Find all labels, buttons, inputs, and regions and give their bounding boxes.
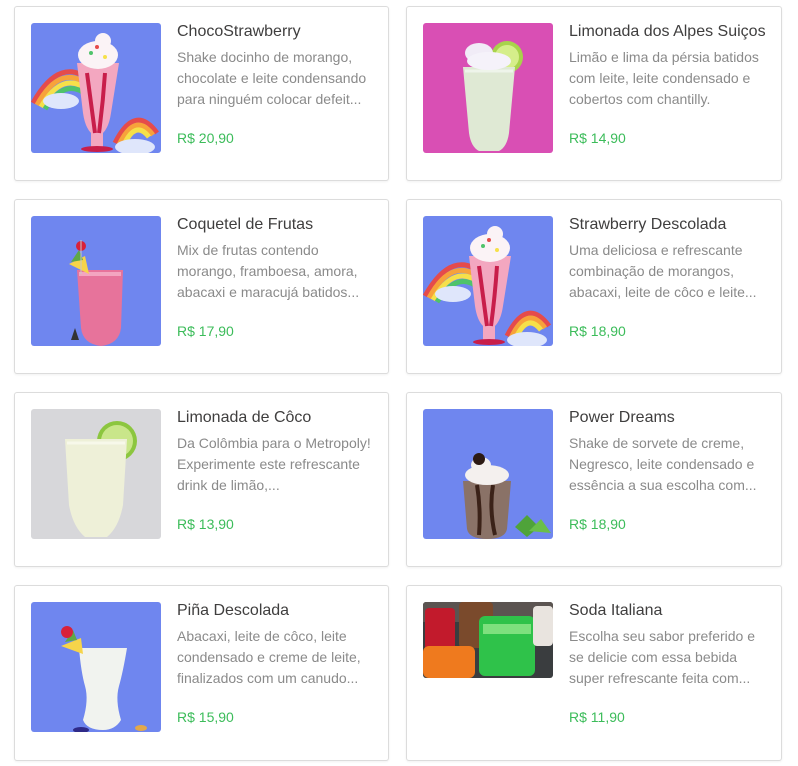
product-card[interactable]: Limonada dos Alpes Suiços Limão e lima d… [406,6,782,181]
product-card[interactable]: Piña Descolada Abacaxi, leite de côco, l… [14,585,389,761]
product-image [31,602,161,732]
product-title: Strawberry Descolada [569,216,727,233]
product-image [31,409,161,539]
product-image [423,602,553,678]
product-title: Power Dreams [569,409,675,426]
product-title: Coquetel de Frutas [177,216,314,233]
product-description: Escolha seu sabor preferido e se delicie… [569,628,755,686]
product-image [31,23,161,153]
product-image [423,216,553,346]
product-description: Da Colômbia para o Metropoly! Experiment… [177,435,371,493]
product-description: Abacaxi, leite de côco, leite condensado… [177,628,361,686]
product-card[interactable]: Soda Italiana Escolha seu sabor preferid… [406,585,782,761]
product-image [423,23,553,153]
product-info: Coquetel de Frutas Mix de frutas contend… [177,214,374,303]
product-title: Piña Descolada [177,602,290,619]
product-info: Limonada dos Alpes Suiços Limão e lima d… [569,21,767,110]
product-image [31,216,161,346]
product-description: Shake docinho de morango, chocolate e le… [177,49,367,107]
product-title: Soda Italiana [569,602,663,619]
product-info: Strawberry Descolada Uma deliciosa e ref… [569,214,767,303]
product-card[interactable]: Power Dreams Shake de sorvete de creme, … [406,392,782,567]
product-price: R$ 14,90 [569,130,626,146]
product-title: Limonada dos Alpes Suiços [569,23,766,40]
product-title: Limonada de Côco [177,409,312,426]
product-description: Uma deliciosa e refrescante combinação d… [569,242,757,300]
product-price: R$ 17,90 [177,323,234,339]
product-info: Limonada de Côco Da Colômbia para o Metr… [177,407,374,496]
product-price: R$ 11,90 [569,709,625,725]
product-price: R$ 15,90 [177,709,234,725]
product-info: ChocoStrawberry Shake docinho de morango… [177,21,374,110]
product-description: Shake de sorvete de creme, Negresco, lei… [569,435,757,493]
product-card[interactable]: Limonada de Côco Da Colômbia para o Metr… [14,392,389,567]
product-price: R$ 13,90 [177,516,234,532]
product-price: R$ 18,90 [569,323,626,339]
product-description: Limão e lima da pérsia batidos com leite… [569,49,759,107]
product-description: Mix de frutas contendo morango, framboes… [177,242,360,300]
product-price: R$ 20,90 [177,130,234,146]
product-card[interactable]: ChocoStrawberry Shake docinho de morango… [14,6,389,181]
product-info: Power Dreams Shake de sorvete de creme, … [569,407,767,496]
product-info: Piña Descolada Abacaxi, leite de côco, l… [177,600,374,689]
product-price: R$ 18,90 [569,516,626,532]
product-title: ChocoStrawberry [177,23,301,40]
product-card[interactable]: Coquetel de Frutas Mix de frutas contend… [14,199,389,374]
product-info: Soda Italiana Escolha seu sabor preferid… [569,600,767,689]
product-grid: ChocoStrawberry Shake docinho de morango… [0,0,798,766]
product-card[interactable]: Strawberry Descolada Uma deliciosa e ref… [406,199,782,374]
product-image [423,409,553,539]
